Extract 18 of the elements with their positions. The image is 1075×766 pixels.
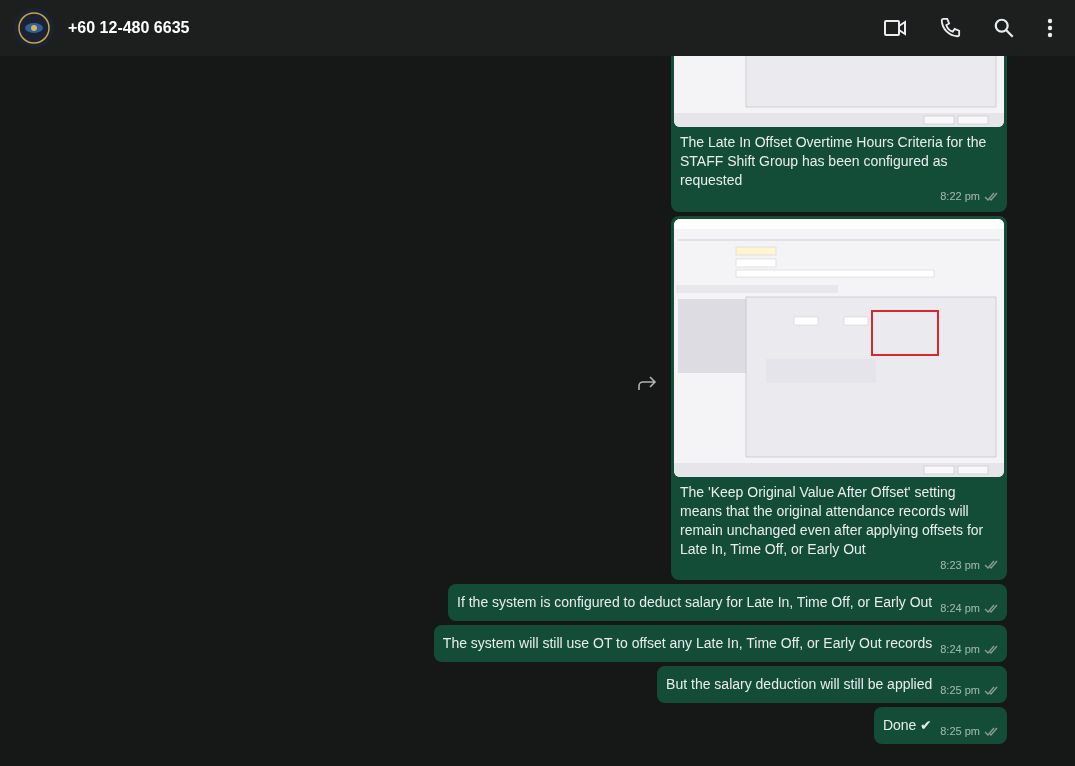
message-text: If the system is configured to deduct salary for Late In, Time Off, or Early Out	[457, 594, 933, 610]
forward-icon[interactable]	[637, 375, 657, 392]
message-text: But the salary deduction will still be applied	[666, 676, 933, 692]
search-icon[interactable]	[993, 17, 1015, 39]
message-text: The Late In Offset Overtime Hours Criteria for the STAFF Shift Group has been configured as requested	[680, 133, 988, 190]
phone-icon[interactable]	[939, 17, 961, 39]
message-text: The 'Keep Original Value After Offset' setting means that the original attendance records will remain unchanged even after applying offsets for Late In, Time Off, or Early Out	[680, 482, 985, 559]
message-time: 8:22 pm	[940, 189, 980, 204]
message-text: The system will still use OT to offset any Late In, Time Off, or Early Out records	[442, 635, 933, 651]
contact-name[interactable]: +60 12-480 6635	[68, 16, 869, 40]
contact-avatar[interactable]	[14, 8, 54, 48]
message-time: 8:24 pm	[940, 642, 980, 657]
message-time: 8:25 pm	[940, 724, 980, 739]
message-time: 8:24 pm	[940, 601, 980, 616]
message-time: 8:23 pm	[940, 557, 980, 573]
message-time: 8:25 pm	[940, 683, 980, 698]
message-text: Done ✔	[882, 717, 933, 733]
menu-icon[interactable]	[1047, 18, 1053, 38]
